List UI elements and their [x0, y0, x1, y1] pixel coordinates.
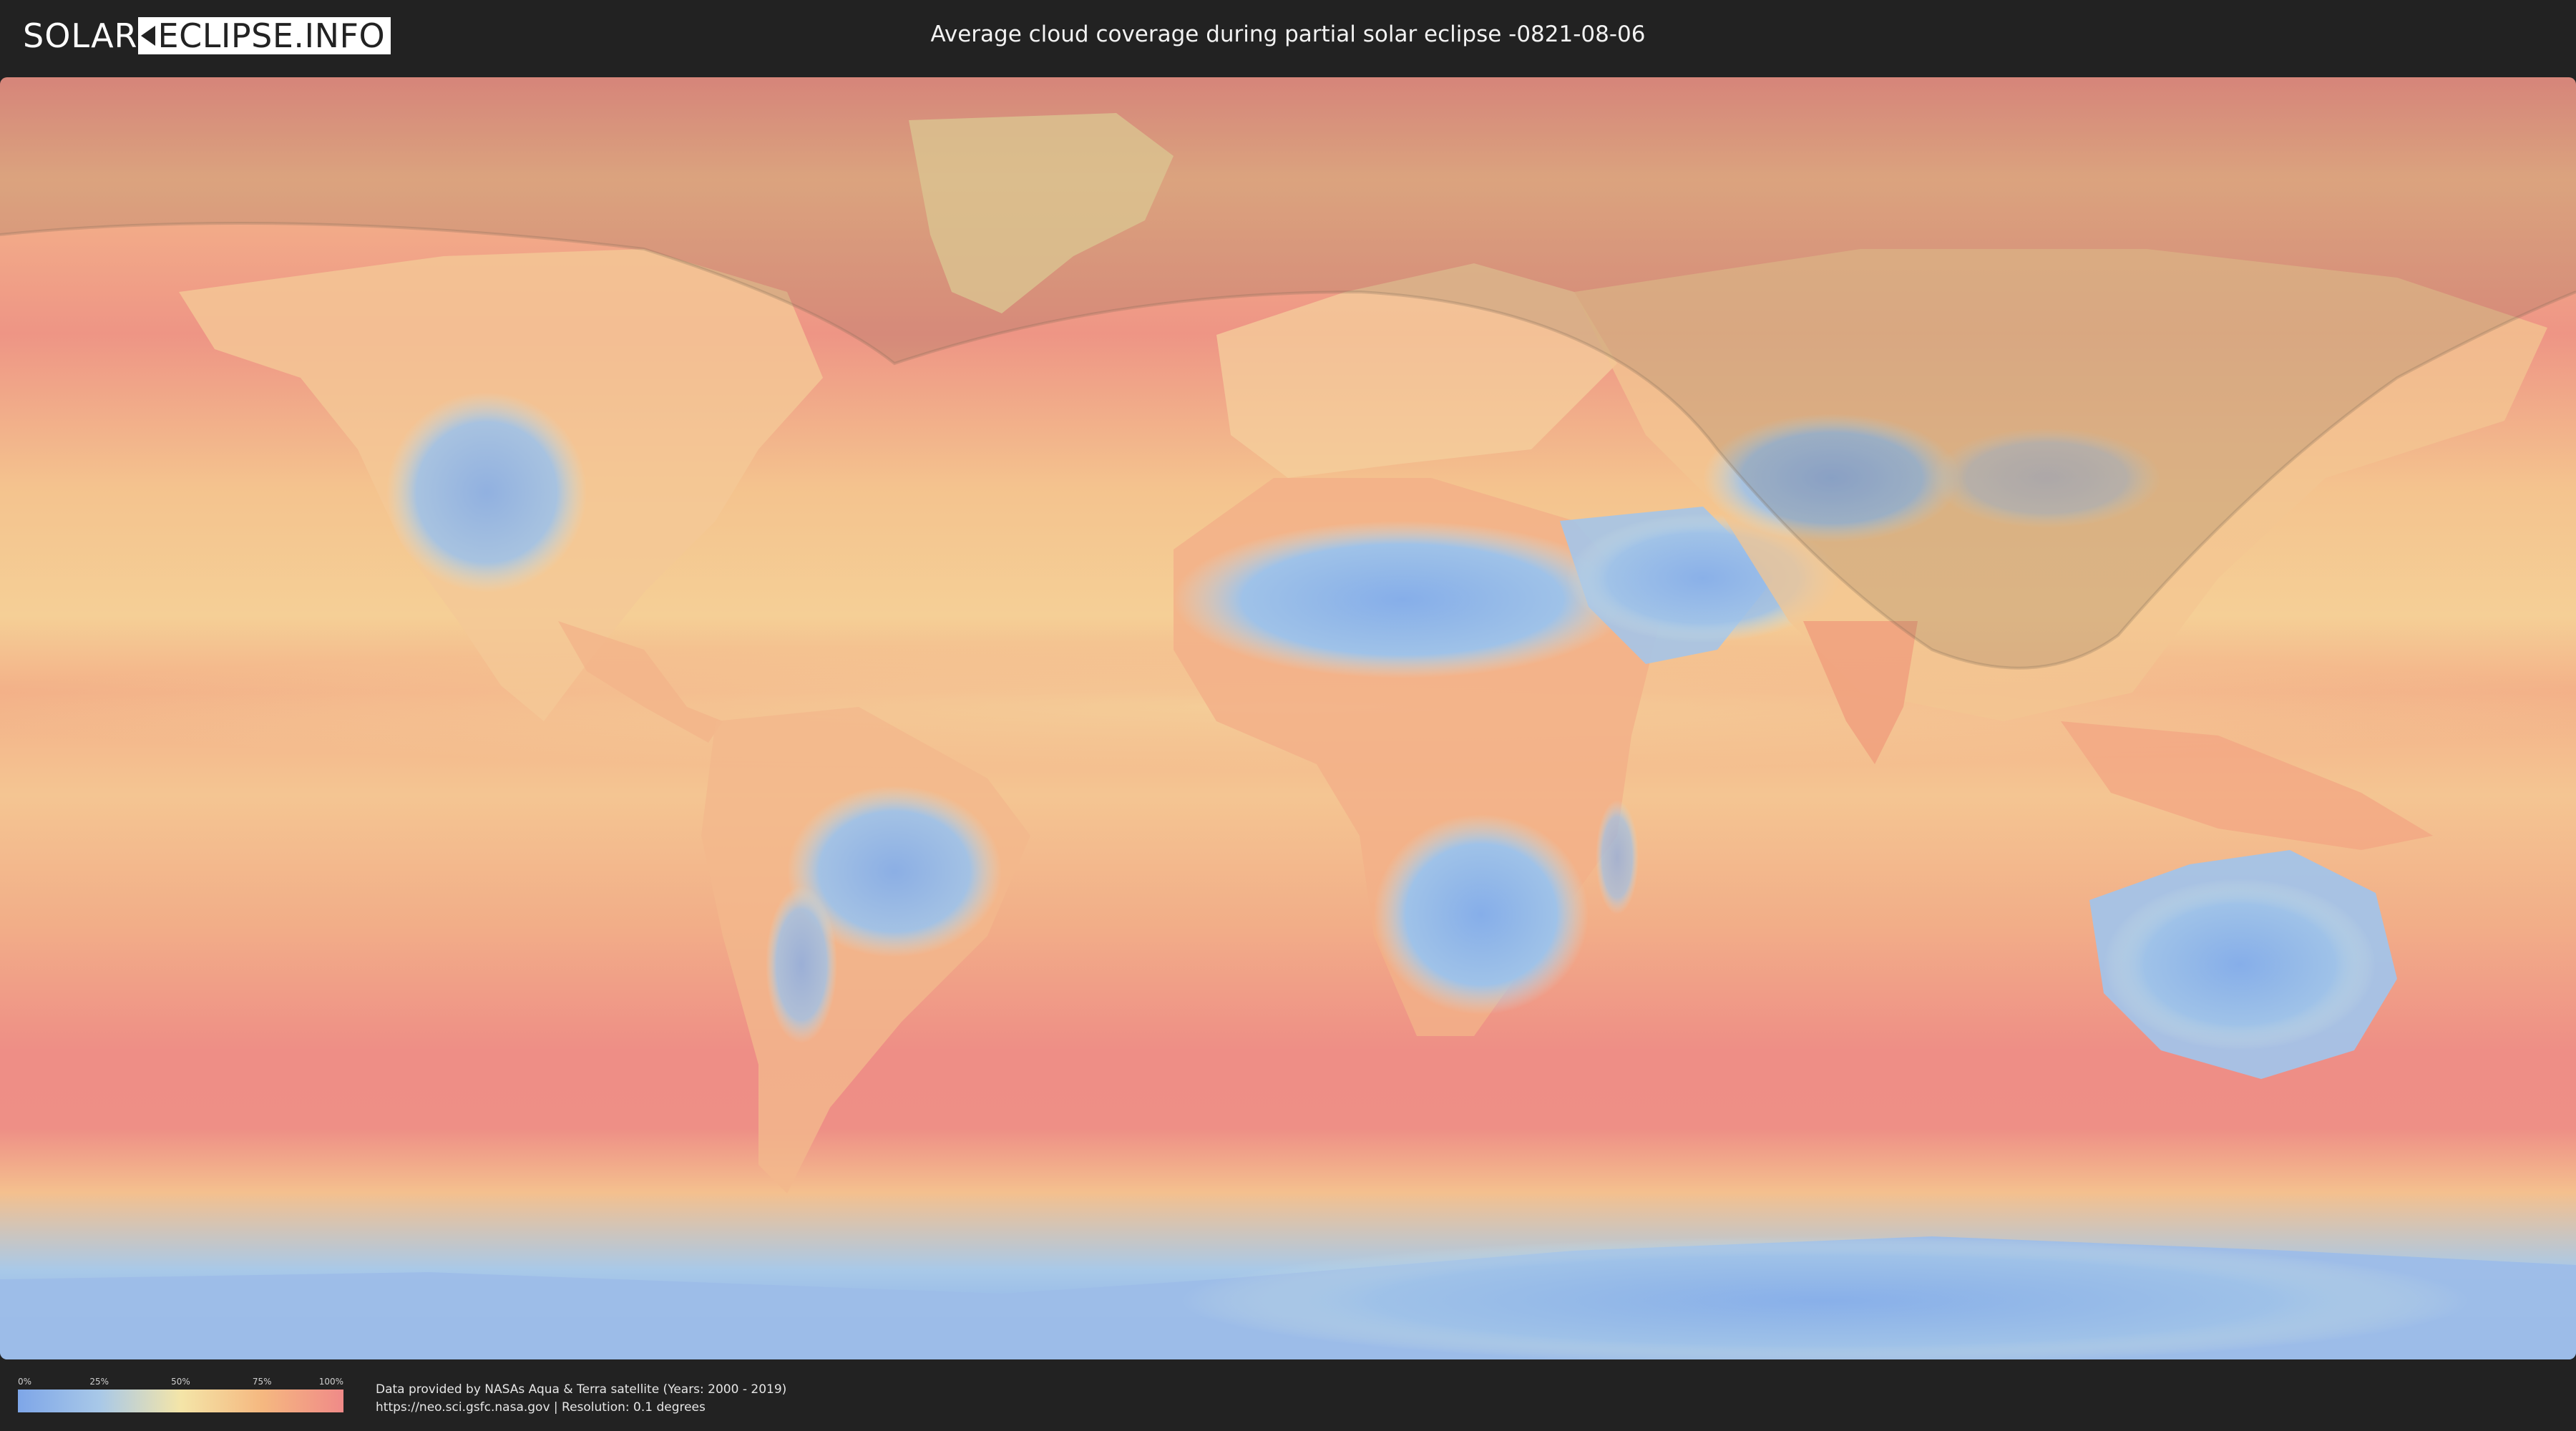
- site-logo[interactable]: SOLAR ECLIPSE.INFO: [23, 16, 391, 56]
- credits-line-url: https://neo.sci.gsfc.nasa.gov | Resoluti…: [376, 1400, 706, 1415]
- logo-arrow-icon: [140, 26, 155, 46]
- logo-box: ECLIPSE.INFO: [137, 16, 391, 55]
- clear-area-antarctica: [1181, 1236, 2469, 1359]
- clear-area-andes: [766, 886, 837, 1043]
- clear-area-west-us: [386, 392, 587, 592]
- map-svg: [0, 77, 2576, 1359]
- clear-area-madagascar: [1596, 800, 1639, 914]
- legend-tick: 25%: [89, 1377, 109, 1387]
- cloud-coverage-map[interactable]: [0, 77, 2576, 1359]
- legend-tick: 75%: [252, 1377, 272, 1387]
- data-credits: Data provided by NASAs Aqua & Terra sate…: [376, 1381, 786, 1417]
- logo-text-solar: SOLAR: [23, 16, 138, 55]
- clear-area-sahara: [1174, 521, 1631, 678]
- logo-text-eclipse: ECLIPSE.INFO: [157, 16, 386, 55]
- clear-area-australia: [2104, 879, 2376, 1050]
- header: SOLAR ECLIPSE.INFO Average cloud coverag…: [0, 0, 2576, 72]
- legend-color-bar: [18, 1390, 343, 1412]
- legend-tick: 50%: [171, 1377, 190, 1387]
- footer: 0% 25% 50% 75% 100% Data provided by NAS…: [0, 1359, 2576, 1431]
- legend-ticks: 0% 25% 50% 75% 100%: [18, 1377, 343, 1388]
- credits-line-source: Data provided by NASAs Aqua & Terra sate…: [376, 1382, 787, 1397]
- cloud-coverage-legend: 0% 25% 50% 75% 100%: [18, 1377, 343, 1412]
- legend-tick: 0%: [18, 1377, 32, 1387]
- page-title: Average cloud coverage during partial so…: [930, 21, 1646, 47]
- legend-tick: 100%: [318, 1377, 343, 1387]
- page: SOLAR ECLIPSE.INFO Average cloud coverag…: [0, 0, 2576, 1431]
- clear-area-southern-africa: [1374, 814, 1589, 1015]
